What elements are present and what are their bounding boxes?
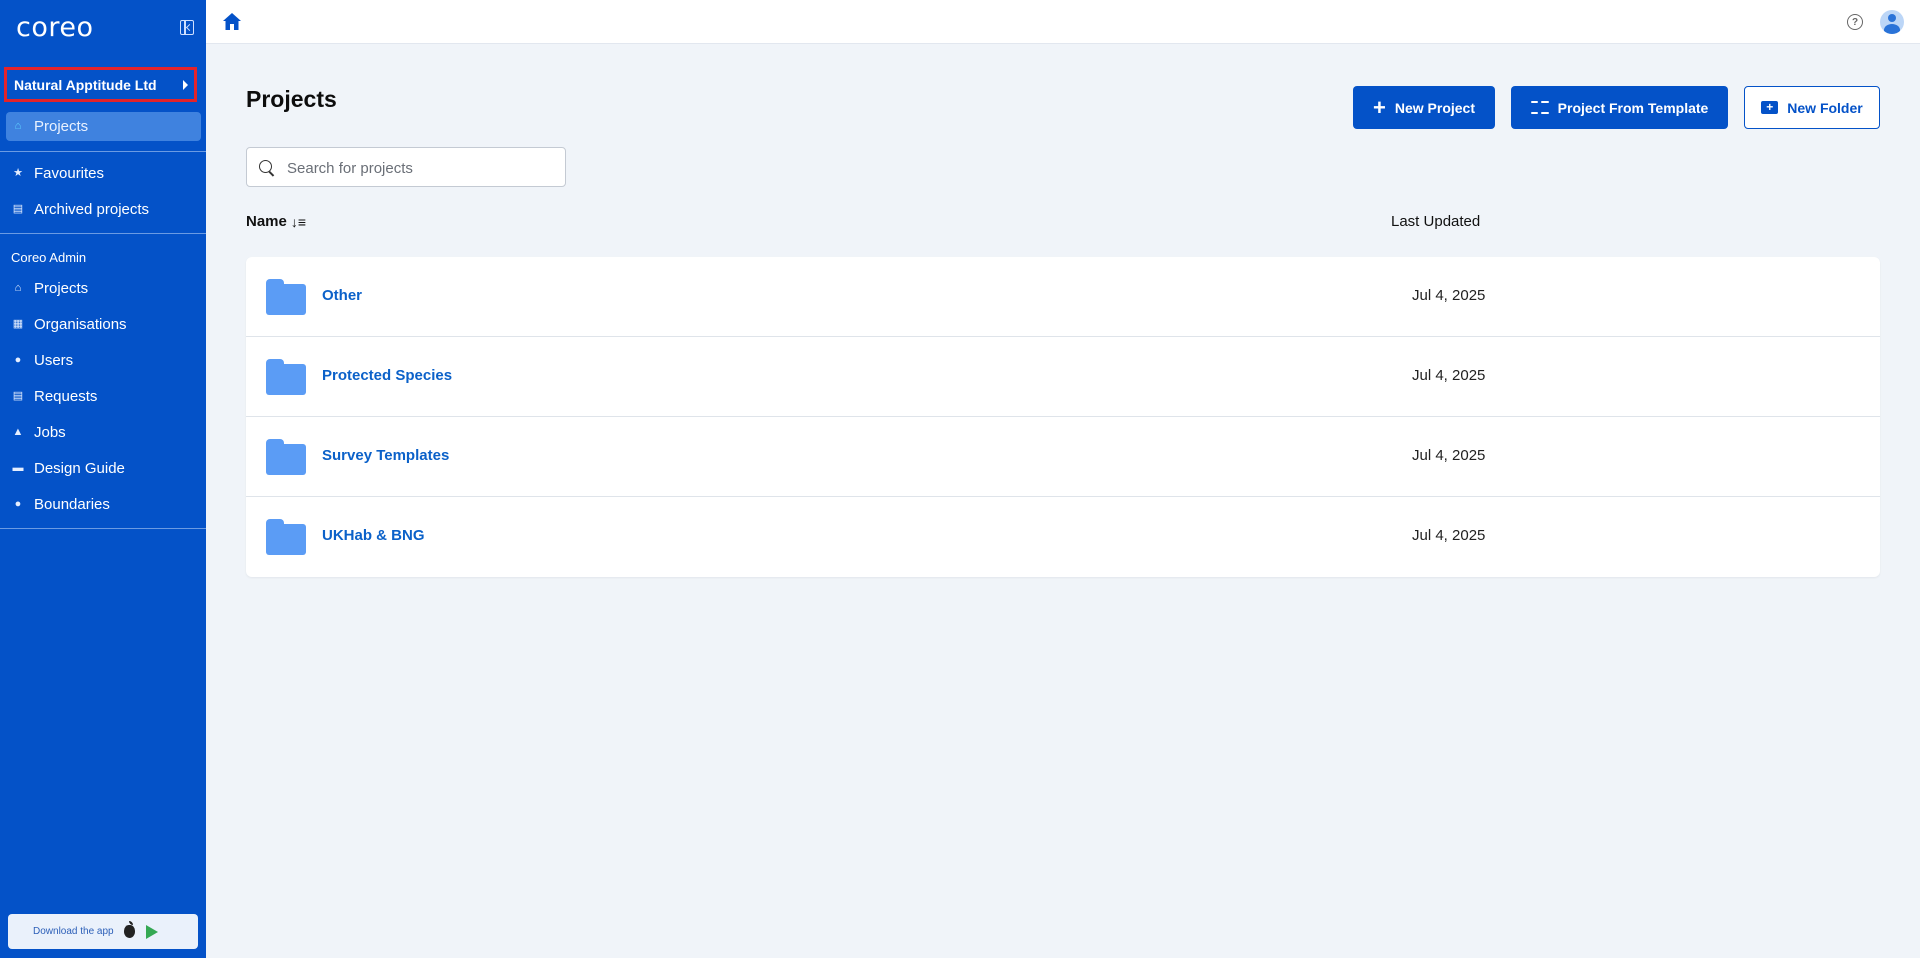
- search-input[interactable]: [287, 157, 557, 179]
- column-header-name[interactable]: Name ↓≡: [246, 213, 306, 230]
- sidebar-item-favourites[interactable]: ★ Favourites: [6, 159, 201, 188]
- caret-right-icon: [183, 80, 188, 90]
- avatar[interactable]: [1880, 10, 1904, 34]
- folder-icon: [266, 439, 306, 475]
- sidebar-item-label: Requests: [34, 388, 98, 405]
- table-row[interactable]: Other Jul 4, 2025: [246, 257, 1880, 337]
- sidebar-item-requests[interactable]: ▤ Requests: [6, 382, 201, 411]
- organisation-name: Natural Apptitude Ltd: [14, 76, 157, 93]
- home-icon[interactable]: [223, 13, 241, 30]
- sidebar-divider: [0, 151, 206, 152]
- clipboard-icon: ▤: [12, 390, 24, 402]
- folder-icon: [266, 279, 306, 315]
- coreo-logo[interactable]: coreo: [16, 12, 94, 43]
- new-folder-button[interactable]: + New Folder: [1744, 86, 1880, 129]
- projects-table: Other Jul 4, 2025 Protected Species Jul …: [246, 257, 1880, 577]
- folder-icon: [266, 519, 306, 555]
- new-folder-label: New Folder: [1787, 99, 1863, 116]
- folder-name[interactable]: UKHab & BNG: [322, 527, 425, 544]
- sidebar-divider: [0, 233, 206, 234]
- sidebar-item-label: Projects: [34, 280, 89, 297]
- last-updated-date: Jul 4, 2025: [1412, 447, 1486, 464]
- table-row[interactable]: Protected Species Jul 4, 2025: [246, 337, 1880, 417]
- organisation-switcher[interactable]: Natural Apptitude Ltd: [4, 67, 197, 102]
- warning-icon: ▲: [12, 426, 24, 438]
- sidebar-item-boundaries[interactable]: ● Boundaries: [6, 490, 201, 519]
- sidebar-divider: [0, 528, 206, 529]
- search-icon: [259, 160, 272, 173]
- sort-descending-icon[interactable]: ↓≡: [291, 214, 306, 230]
- folder-name[interactable]: Other: [322, 287, 362, 304]
- folder-icon: [266, 359, 306, 395]
- sidebar-item-organisations[interactable]: ▦ Organisations: [6, 310, 201, 339]
- map-pin-icon: ●: [14, 498, 22, 510]
- table-row[interactable]: Survey Templates Jul 4, 2025: [246, 417, 1880, 497]
- last-updated-date: Jul 4, 2025: [1412, 287, 1486, 304]
- download-app-label: Download the app: [33, 926, 114, 937]
- help-icon[interactable]: ?: [1847, 14, 1863, 30]
- sidebar-header: coreo: [0, 0, 206, 56]
- sidebar-item-label: Design Guide: [34, 460, 125, 477]
- google-play-icon[interactable]: [145, 924, 158, 939]
- plus-icon: +: [1373, 94, 1386, 120]
- apple-icon[interactable]: [123, 921, 135, 938]
- top-bar: ?: [206, 0, 1920, 44]
- table-row[interactable]: UKHab & BNG Jul 4, 2025: [246, 497, 1880, 577]
- sidebar-item-label: Organisations: [34, 316, 127, 333]
- collapse-sidebar-icon[interactable]: [180, 20, 194, 35]
- folder-name[interactable]: Protected Species: [322, 367, 452, 384]
- download-app-banner[interactable]: Download the app: [8, 914, 198, 949]
- grid-icon: [1530, 99, 1549, 117]
- sidebar: coreo Natural Apptitude Ltd ⌂ Projects ★…: [0, 0, 206, 958]
- archive-icon: ▤: [12, 203, 24, 215]
- sidebar-item-label: Archived projects: [34, 201, 150, 218]
- users-icon: ●: [14, 354, 22, 366]
- folder-plus-icon: +: [1761, 101, 1779, 114]
- sidebar-item-label: Boundaries: [34, 496, 110, 513]
- sidebar-item-projects[interactable]: ⌂ Projects: [6, 112, 201, 141]
- admin-section-label: Coreo Admin: [11, 250, 87, 265]
- building-icon: ▦: [12, 318, 24, 330]
- sidebar-item-users[interactable]: ● Users: [6, 346, 201, 375]
- new-project-button[interactable]: + New Project: [1353, 86, 1495, 129]
- search-box[interactable]: [246, 147, 566, 187]
- folder-name[interactable]: Survey Templates: [322, 447, 449, 464]
- paint-roller-icon: ▬: [12, 462, 24, 474]
- page-title: Projects: [246, 86, 337, 112]
- sidebar-item-label: Jobs: [34, 424, 66, 441]
- sidebar-item-admin-projects[interactable]: ⌂ Projects: [6, 274, 201, 303]
- sidebar-item-archived-projects[interactable]: ▤ Archived projects: [6, 195, 201, 224]
- last-updated-date: Jul 4, 2025: [1412, 527, 1486, 544]
- column-header-name-label: Name: [246, 213, 287, 230]
- new-project-label: New Project: [1394, 99, 1475, 116]
- sidebar-item-jobs[interactable]: ▲ Jobs: [6, 418, 201, 447]
- project-from-template-label: Project From Template: [1557, 99, 1709, 116]
- column-header-last-updated[interactable]: Last Updated: [1391, 213, 1480, 230]
- home-icon: ⌂: [14, 282, 22, 294]
- project-from-template-button[interactable]: Project From Template: [1511, 86, 1728, 129]
- sidebar-item-label: Users: [34, 352, 74, 369]
- sidebar-item-design-guide[interactable]: ▬ Design Guide: [6, 454, 201, 483]
- sidebar-item-label: Projects: [34, 118, 89, 135]
- sidebar-item-label: Favourites: [34, 165, 105, 182]
- home-icon: ⌂: [14, 120, 22, 132]
- last-updated-date: Jul 4, 2025: [1412, 367, 1486, 384]
- star-icon: ★: [13, 167, 23, 179]
